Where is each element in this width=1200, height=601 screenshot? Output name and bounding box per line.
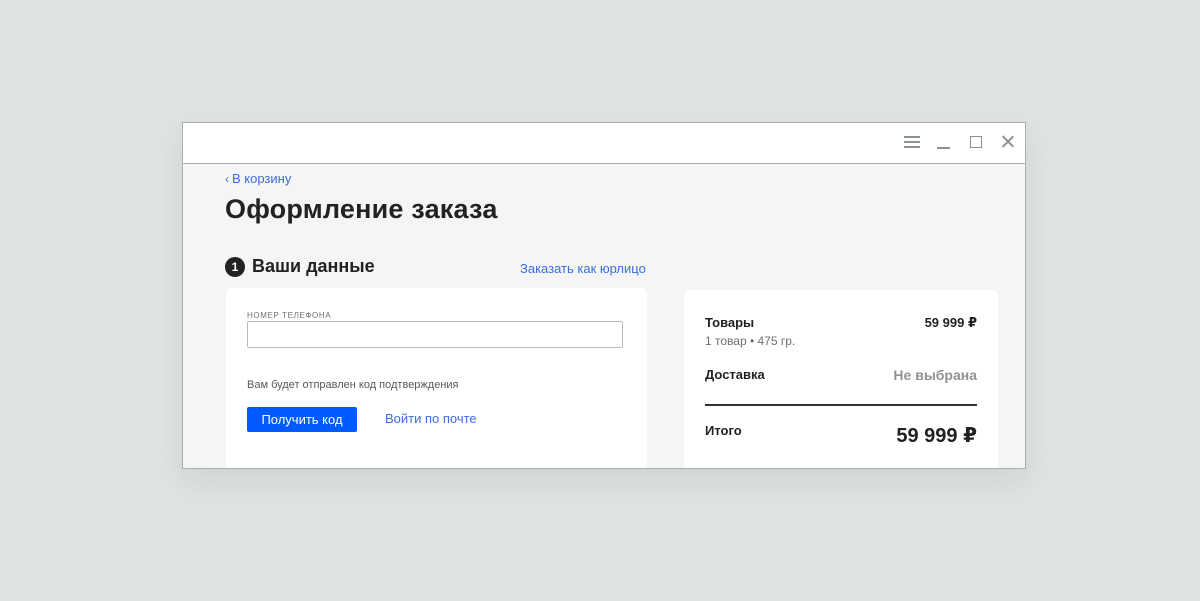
step-header: 1 Ваши данные [225,256,375,277]
get-code-button[interactable]: Получить код [247,407,357,432]
minimize-icon[interactable] [935,133,953,151]
window-controls [903,133,1017,151]
page-title: Оформление заказа [225,194,498,224]
title-bar [183,123,1025,164]
order-as-legal-entity-link[interactable]: Заказать как юрлицо [520,261,646,276]
login-by-email-link[interactable]: Войти по почте [385,411,477,426]
phone-input[interactable] [247,321,623,348]
confirmation-hint: Вам будет отправлен код подтверждения [247,379,459,391]
app-window: ‹ В корзину Оформление заказа 1 Ваши дан… [182,122,1026,469]
close-icon[interactable] [999,133,1017,151]
back-to-cart-link[interactable]: ‹ В корзину [225,171,291,186]
goods-price: 59 999 ₽ [924,315,977,330]
delivery-value: Не выбрана [893,367,977,383]
customer-data-card: НОМЕР ТЕЛЕФОНА Вам будет отправлен код п… [226,288,647,468]
chevron-left-icon: ‹ [225,171,229,186]
goods-details: 1 товар • 475 гр. [705,334,796,348]
phone-field-label: НОМЕР ТЕЛЕФОНА [247,311,332,320]
total-label: Итого [705,423,742,438]
summary-divider [705,404,977,406]
goods-label: Товары [705,315,755,330]
back-to-cart-label: В корзину [232,171,292,186]
step-title: Ваши данные [252,256,375,276]
maximize-icon[interactable] [967,133,985,151]
step-number-badge: 1 [225,256,245,277]
order-summary-card: Товары 59 999 ₽ 1 товар • 475 гр. Достав… [684,290,998,468]
menu-icon[interactable] [903,133,921,151]
delivery-label: Доставка [705,367,765,382]
checkout-content: ‹ В корзину Оформление заказа 1 Ваши дан… [183,164,1025,468]
total-price: 59 999 ₽ [896,425,977,447]
